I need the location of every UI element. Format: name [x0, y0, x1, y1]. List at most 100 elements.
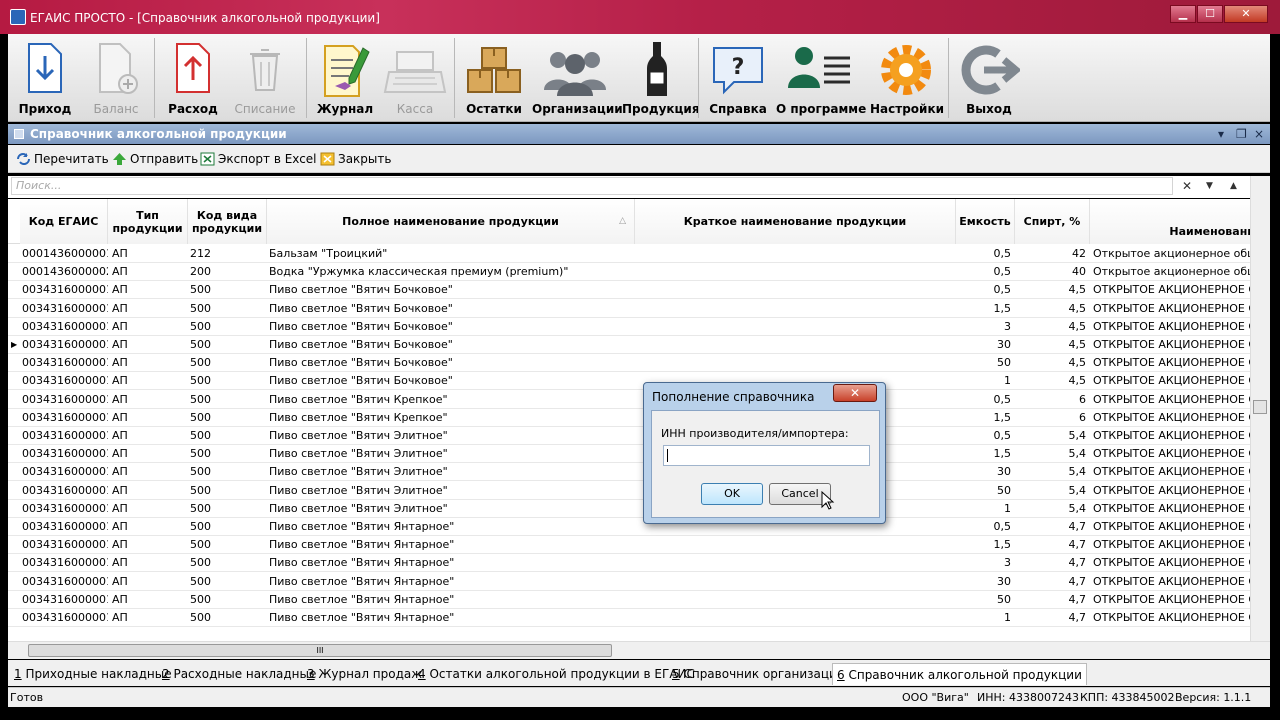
- table-cell: ОТКРЫТОЕ АКЦИОНЕРНОЕ ОБЩ: [1093, 338, 1258, 351]
- table-cell: [638, 263, 956, 281]
- table-row[interactable]: 00343160000012 АП 500 Пиво светлое "Вятич Э…: [8, 463, 1258, 482]
- table-row[interactable]: 00343160000012 АП 500 Пиво светлое "Вятич Я…: [8, 609, 1258, 627]
- table-cell: АП: [112, 356, 128, 370]
- table-cell: ОТКРЫТОЕ АКЦИОНЕРНОЕ ОБЩ: [1093, 611, 1258, 624]
- table-row[interactable]: 00343160000012 АП 500 Пиво светлое "Вятич Я…: [8, 554, 1258, 573]
- maximize-icon: ☐: [1205, 7, 1215, 20]
- ok-button[interactable]: OK: [701, 483, 763, 505]
- table-cell: Пиво светлое "Вятич Янтарное": [269, 538, 455, 552]
- vertical-scroll-thumb[interactable]: [1253, 400, 1267, 414]
- doc-close-icon[interactable]: ×: [1254, 124, 1264, 144]
- table-row[interactable]: 00343160000012 АП 500 Пиво светлое "Вятич К…: [8, 391, 1258, 409]
- organizacii-button[interactable]: Организации: [532, 38, 623, 118]
- table-cell: [638, 245, 956, 263]
- table-cell: 4,5: [1068, 356, 1087, 370]
- tab-number: 1: [14, 667, 22, 681]
- status-version: Версия: 1.1.1: [1175, 691, 1252, 704]
- table-row[interactable]: 00343160000012 АП 500 Пиво светлое "Вятич Б…: [8, 336, 1258, 354]
- svg-text:?: ?: [732, 55, 745, 80]
- table-row[interactable]: 00014360000011 АП 212 Бальзам "Троицкий" 0,5…: [8, 245, 1258, 263]
- tab-rashodnye[interactable]: 2 Расходные накладные: [158, 663, 320, 685]
- o-programme-button[interactable]: О программе: [776, 38, 866, 118]
- table-row[interactable]: 00343160000012 АП 500 Пиво светлое "Вятич Я…: [8, 536, 1258, 555]
- search-up-icon[interactable]: ▲: [1230, 181, 1237, 191]
- status-org: ООО "Вига": [902, 691, 969, 704]
- table-cell: АП: [112, 611, 128, 624]
- clear-search-icon[interactable]: ✕: [1182, 179, 1192, 193]
- tab-organizacii[interactable]: 5 Справочник организаций: [668, 663, 849, 685]
- minimize-button[interactable]: ▁: [1170, 5, 1196, 23]
- tab-prihodnye[interactable]: 1 Приходные накладные: [10, 663, 176, 685]
- rashod-button[interactable]: Расход: [162, 38, 224, 118]
- horizontal-scrollbar[interactable]: III: [8, 641, 1270, 659]
- export-excel-button[interactable]: Экспорт в Excel: [198, 148, 317, 170]
- col-header-spirt[interactable]: Спирт, %: [1015, 199, 1090, 244]
- table-row[interactable]: 00343160000012 АП 500 Пиво светлое "Вятич Б…: [8, 372, 1258, 391]
- ribbon-separator: [948, 38, 949, 118]
- dialog-close-button[interactable]: ✕: [833, 384, 877, 402]
- table-row[interactable]: 00343160000012 АП 500 Пиво светлое "Вятич Б…: [8, 281, 1258, 300]
- col-header-short-name[interactable]: Краткое наименование продукции: [635, 199, 956, 244]
- close-doc-button[interactable]: Закрыть: [318, 148, 391, 170]
- table-cell: АП: [112, 483, 128, 497]
- col-header-naimenovanie[interactable]: Наименовани: [1090, 199, 1258, 244]
- zhurnal-button[interactable]: Журнал: [312, 38, 378, 118]
- vyhod-button[interactable]: Выход: [954, 38, 1024, 118]
- maximize-button[interactable]: ☐: [1197, 5, 1223, 23]
- produkciya-button[interactable]: Продукция: [622, 38, 700, 118]
- prihod-button[interactable]: Приход: [16, 38, 74, 118]
- nastroyki-button[interactable]: Настройки: [870, 38, 944, 118]
- kassa-button[interactable]: Касса: [380, 38, 450, 118]
- tab-ostatki[interactable]: 4 Остатки алкогольной продукции в ЕГАИС: [414, 663, 699, 685]
- doc-pin-icon[interactable]: ▾: [1218, 124, 1224, 144]
- table-cell: 5,4: [1068, 429, 1087, 442]
- table-cell: 6: [1079, 392, 1086, 406]
- doc-restore-icon[interactable]: ❐: [1236, 124, 1247, 144]
- horizontal-scroll-thumb[interactable]: III: [28, 644, 612, 657]
- table-cell: Пиво светлое "Вятич Крепкое": [269, 410, 448, 424]
- close-icon: ✕: [849, 386, 861, 400]
- table-cell: ОТКРЫТОЕ АКЦИОНЕРНОЕ ОБЩ: [1093, 574, 1258, 588]
- table-row[interactable]: 00343160000012 АП 500 Пиво светлое "Вятич Б…: [8, 300, 1258, 318]
- balans-button[interactable]: Баланс: [84, 38, 148, 118]
- table-row[interactable]: 00343160000012 АП 500 Пиво светлое "Вятич Б…: [8, 354, 1258, 373]
- table-cell: ОТКРЫТОЕ АКЦИОНЕРНОЕ ОБЩ: [1093, 392, 1258, 406]
- col-header-tip[interactable]: Тип продукции: [108, 199, 188, 244]
- search-input[interactable]: Поиск...: [11, 177, 1173, 195]
- table-cell: ОТКРЫТОЕ АКЦИОНЕРНОЕ ОБЩ: [1093, 483, 1258, 497]
- col-header-kod[interactable]: Код ЕГАИС: [20, 199, 108, 244]
- table-row[interactable]: 00343160000012 АП 500 Пиво светлое "Вятич К…: [8, 409, 1258, 427]
- ostatki-button[interactable]: Остатки: [460, 38, 528, 118]
- title-bar: ЕГАИС ПРОСТО - [Справочник алкогольной п…: [0, 0, 1280, 34]
- table-cell: Пиво светлое "Вятич Янтарное": [269, 556, 455, 570]
- table-row[interactable]: 00343160000012 АП 500 Пиво светлое "Вятич Э…: [8, 445, 1258, 464]
- table-cell: 30: [997, 338, 1011, 351]
- vertical-scrollbar[interactable]: [1250, 176, 1270, 641]
- table-cell: 500: [190, 465, 211, 479]
- table-row[interactable]: 00014360000023 АП 200 Водка "Уржумка класси…: [8, 263, 1258, 282]
- table-row[interactable]: 00343160000012 АП 500 Пиво светлое "Вятич Я…: [8, 591, 1258, 609]
- table-row[interactable]: 00343160000012 АП 500 Пиво светлое "Вятич Э…: [8, 482, 1258, 500]
- col-header-kod-vida[interactable]: Код вида продукции: [188, 199, 267, 244]
- spravka-button[interactable]: ? Справка: [704, 38, 772, 118]
- close-button[interactable]: ✕: [1224, 5, 1268, 23]
- tab-produkciya[interactable]: 6 Справочник алкогольной продукции: [832, 663, 1087, 685]
- spisanie-button[interactable]: Списание: [230, 38, 300, 118]
- table-row[interactable]: 00343160000012 АП 500 Пиво светлое "Вятич Я…: [8, 573, 1258, 591]
- col-header-emkost[interactable]: Емкость: [956, 199, 1015, 244]
- search-down-icon[interactable]: ▼: [1206, 181, 1213, 191]
- table-row[interactable]: 00343160000012 АП 500 Пиво светлое "Вятич Э…: [8, 427, 1258, 445]
- col-header-full-name[interactable]: Полное наименование продукции △: [267, 199, 635, 244]
- table-cell: 50: [997, 356, 1011, 370]
- table-row[interactable]: 00343160000012 АП 500 Пиво светлое "Вятич Э…: [8, 500, 1258, 518]
- add-reference-dialog: Пополнение справочника ✕ ИНН производите…: [643, 382, 886, 524]
- table-row[interactable]: 00343160000012 АП 500 Пиво светлое "Вятич Я…: [8, 518, 1258, 536]
- ostatki-label: Остатки: [466, 102, 522, 116]
- inn-input[interactable]: [663, 445, 870, 466]
- status-bar: Готов ООО "Вига" ИНН: 4338007243 КПП: 43…: [8, 687, 1270, 707]
- tab-zhurnal[interactable]: 3 Журнал продаж: [303, 663, 426, 685]
- table-cell: 500: [190, 574, 211, 588]
- send-button[interactable]: Отправить: [110, 148, 198, 170]
- table-row[interactable]: 00343160000012 АП 500 Пиво светлое "Вятич Б…: [8, 318, 1258, 336]
- reread-button[interactable]: Перечитать: [14, 148, 109, 170]
